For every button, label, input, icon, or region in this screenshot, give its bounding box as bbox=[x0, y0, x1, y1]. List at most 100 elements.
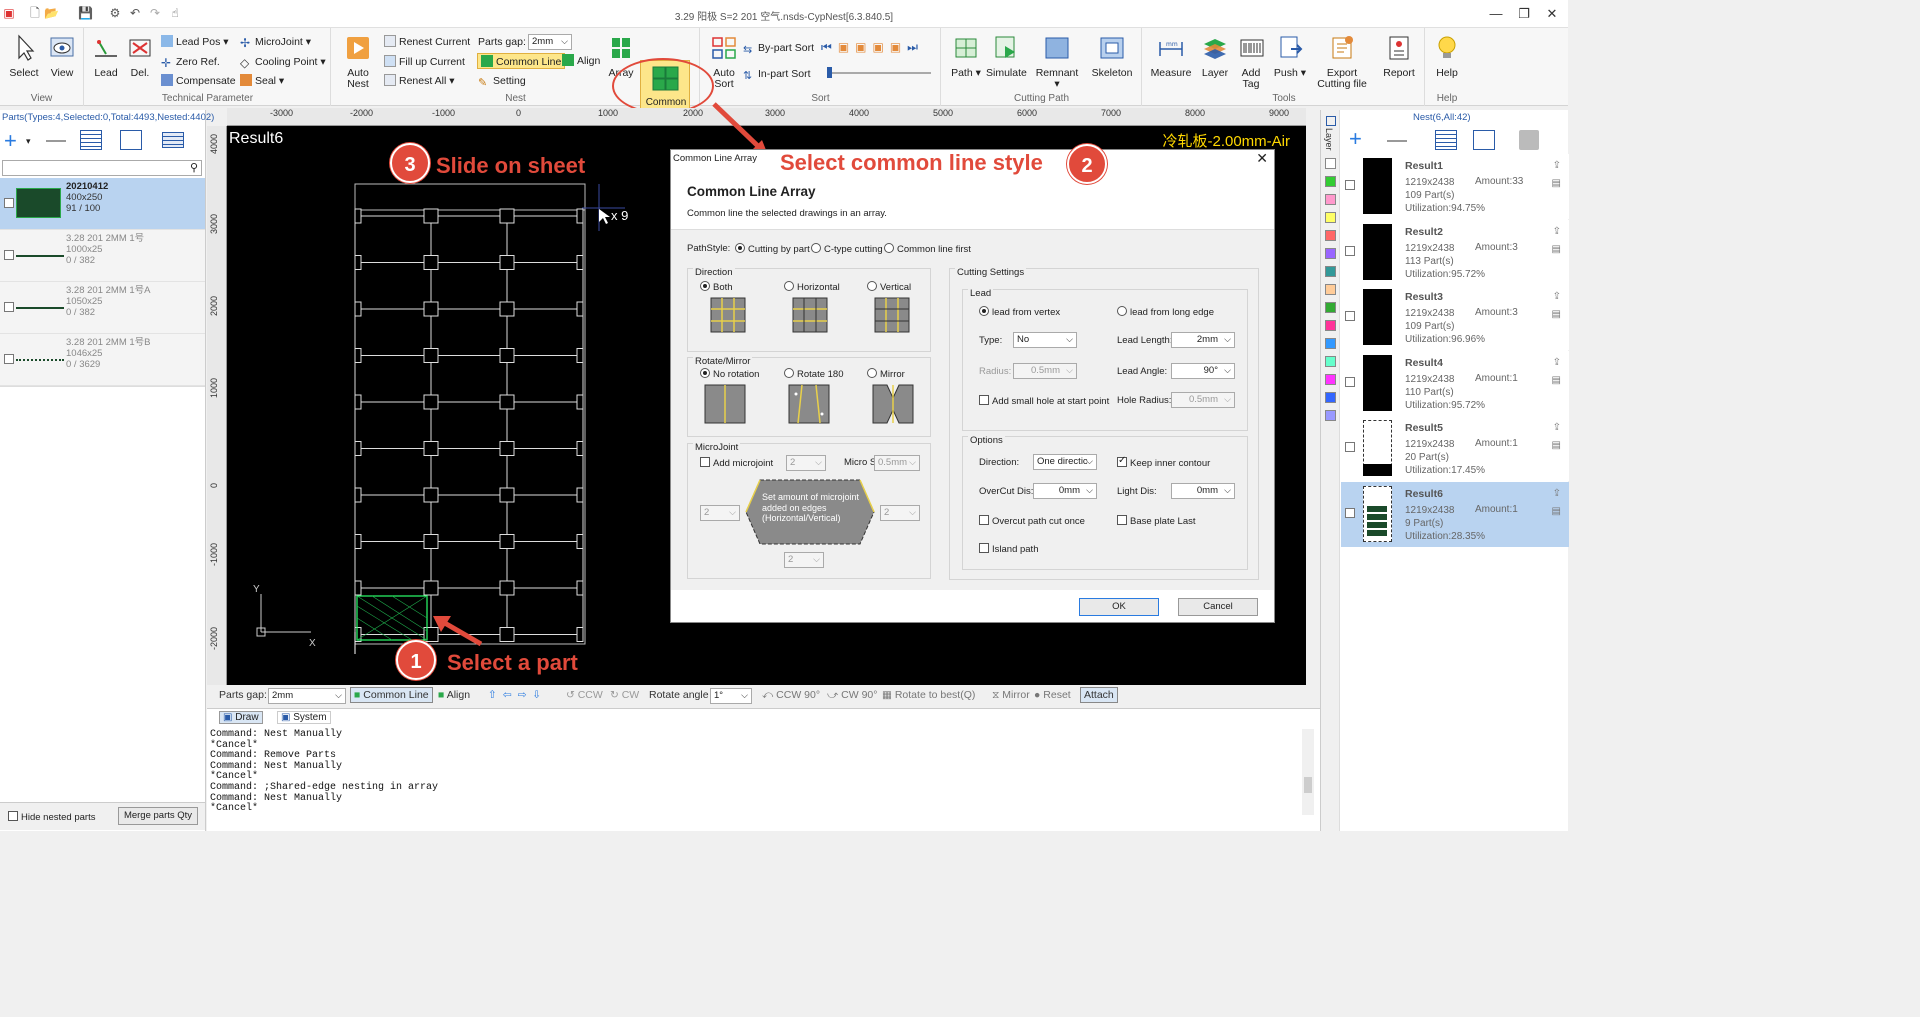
add-nest-icon[interactable]: + bbox=[1349, 128, 1362, 150]
layer-swatch[interactable] bbox=[1325, 392, 1336, 403]
add-tag-button[interactable]: Add Tag bbox=[1237, 34, 1265, 90]
rotate-best-button[interactable]: ▦ Rotate to best(Q) bbox=[882, 689, 975, 701]
checkbox-off[interactable] bbox=[979, 395, 989, 405]
result-checkbox[interactable] bbox=[1345, 180, 1355, 190]
radio-off[interactable] bbox=[867, 281, 877, 291]
rotate-angle-select[interactable]: 1° bbox=[710, 688, 752, 704]
lead-from-vertex[interactable]: lead from vertex bbox=[979, 306, 1060, 318]
bottom-parts-gap-select[interactable]: 2mm bbox=[268, 688, 346, 704]
measure-button[interactable]: mm Measure bbox=[1149, 34, 1193, 79]
hide-nested-toggle[interactable]: Hide nested parts bbox=[8, 811, 95, 823]
merge-parts-qty-button[interactable]: Merge parts Qty bbox=[118, 807, 198, 825]
align-toggle[interactable]: Align bbox=[562, 53, 600, 69]
result-export-icon[interactable]: ⇪ bbox=[1553, 488, 1561, 499]
cancel-button[interactable]: Cancel bbox=[1178, 598, 1258, 616]
checkbox-off[interactable] bbox=[1117, 515, 1127, 525]
part-row[interactable]: 3.28 201 2MM 1号B 1046x25 0 / 3629 bbox=[0, 334, 205, 386]
close-button[interactable]: ✕ bbox=[1542, 6, 1562, 22]
path-style-cutting-by-part[interactable]: Cutting by part bbox=[735, 243, 810, 255]
skeleton-button[interactable]: Skeleton bbox=[1086, 34, 1138, 79]
direction-vertical[interactable]: Vertical bbox=[867, 281, 911, 293]
add-part-dropdown-icon[interactable]: ▾ bbox=[26, 136, 31, 147]
common-line-toggle[interactable]: Common Line bbox=[477, 53, 566, 69]
result-edit-icon[interactable]: ▤ bbox=[1552, 506, 1561, 517]
move-arrows[interactable]: ⇧⇦⇨⇩ bbox=[488, 689, 547, 701]
base-plate-last-checkbox[interactable]: Base plate Last bbox=[1117, 515, 1196, 527]
report-button[interactable]: Report bbox=[1377, 34, 1421, 79]
parts-gap-select[interactable]: 2mm bbox=[528, 34, 572, 50]
microjoint-count-select[interactable]: 2 bbox=[786, 455, 826, 471]
layer-swatch[interactable] bbox=[1325, 410, 1336, 421]
result-export-icon[interactable]: ⇪ bbox=[1553, 357, 1561, 368]
radius-select[interactable]: 0.5mm bbox=[1013, 363, 1077, 379]
microjoint-button[interactable]: ✢ MicroJoint ▾ bbox=[240, 34, 311, 50]
micro-s-select[interactable]: 0.5mm bbox=[874, 455, 920, 471]
bottom-common-line-toggle[interactable]: ■ Common Line bbox=[350, 687, 433, 703]
radio-off[interactable] bbox=[784, 281, 794, 291]
direction-both[interactable]: Both bbox=[700, 281, 733, 293]
result-checkbox[interactable] bbox=[1345, 376, 1355, 387]
keep-inner-contour-checkbox[interactable]: Keep inner contour bbox=[1117, 455, 1210, 469]
remnant-button[interactable]: Remnant ▾ bbox=[1032, 34, 1082, 90]
tab-draw[interactable]: ▣ Draw bbox=[219, 711, 263, 724]
bottom-align-toggle[interactable]: ■ Align bbox=[438, 689, 470, 701]
checkbox-off[interactable] bbox=[700, 457, 710, 467]
nest-result-row[interactable]: Result4 1219x2438 110 Part(s) Utilization:9… bbox=[1341, 350, 1569, 416]
result-export-icon[interactable]: ⇪ bbox=[1553, 291, 1561, 302]
result-export-icon[interactable]: ⇪ bbox=[1553, 226, 1561, 237]
remove-nest-icon[interactable] bbox=[1387, 140, 1407, 142]
radio-off[interactable] bbox=[884, 243, 894, 253]
seal-button[interactable]: Seal ▾ bbox=[240, 73, 284, 89]
result-checkbox[interactable] bbox=[1345, 245, 1355, 256]
result-edit-icon[interactable]: ▤ bbox=[1552, 309, 1561, 320]
radio-off[interactable] bbox=[867, 368, 877, 378]
attach-toggle[interactable]: Attach bbox=[1080, 687, 1118, 703]
zero-ref-button[interactable]: ✛ Zero Ref. bbox=[161, 54, 220, 70]
direction-horizontal[interactable]: Horizontal bbox=[784, 281, 840, 293]
add-microjoint-checkbox[interactable]: Add microjoint bbox=[700, 457, 773, 469]
lead-button[interactable]: Lead bbox=[91, 34, 121, 79]
cooling-point-button[interactable]: ◇ Cooling Point ▾ bbox=[240, 54, 326, 70]
result-export-icon[interactable]: ⇪ bbox=[1553, 422, 1561, 433]
lead-from-long-edge[interactable]: lead from long edge bbox=[1117, 306, 1214, 318]
path-style-common-line-first[interactable]: Common line first bbox=[884, 243, 971, 255]
radio-off[interactable] bbox=[1117, 306, 1127, 316]
checkbox-off[interactable] bbox=[979, 515, 989, 525]
command-scrollbar[interactable] bbox=[1302, 729, 1314, 815]
part-checkbox[interactable] bbox=[4, 198, 14, 208]
result-checkbox[interactable] bbox=[1345, 442, 1355, 452]
ccw-button[interactable]: ↺ CCW bbox=[566, 689, 603, 701]
part-row[interactable]: 20210412 400x250 91 / 100 bbox=[0, 178, 205, 230]
microjoint-bottom-select[interactable]: 2 bbox=[784, 552, 824, 568]
microjoint-left-select[interactable]: 2 bbox=[700, 505, 740, 521]
cw-90-button[interactable]: ⤻ CW 90° bbox=[827, 689, 877, 702]
ok-button[interactable]: OK bbox=[1079, 598, 1159, 616]
setting-button[interactable]: ✎ Setting bbox=[478, 73, 526, 89]
lead-length-select[interactable]: 2mm bbox=[1171, 332, 1235, 348]
ccw-90-button[interactable]: ⤺ CCW 90° bbox=[762, 689, 820, 702]
path-style-c-type[interactable]: C-type cutting bbox=[811, 243, 883, 255]
select-button[interactable]: Select bbox=[6, 34, 42, 79]
nest-result-row[interactable]: Result1 1219x2438 109 Part(s) Utilization:9… bbox=[1341, 154, 1569, 219]
result-checkbox[interactable] bbox=[1345, 311, 1355, 321]
radio-on[interactable] bbox=[700, 368, 710, 378]
fill-up-current-button[interactable]: Fill up Current bbox=[384, 54, 465, 70]
auto-nest-button[interactable]: Auto Nest bbox=[338, 34, 378, 90]
mirror-button[interactable]: ⧖ Mirror bbox=[992, 689, 1030, 702]
sort-nav-icons[interactable]: ⏮▣▣▣▣⏭ bbox=[821, 40, 924, 55]
hole-radius-select[interactable]: 0.5mm bbox=[1171, 392, 1235, 408]
checkbox-off[interactable] bbox=[979, 543, 989, 553]
parts-search-input[interactable]: ⚲ bbox=[2, 160, 202, 176]
layer-swatch[interactable] bbox=[1325, 212, 1336, 223]
add-part-icon[interactable]: + bbox=[4, 130, 17, 152]
light-dis-select[interactable]: 0mm bbox=[1171, 483, 1235, 499]
delete-lead-button[interactable]: Del. bbox=[125, 34, 155, 79]
overcut-once-checkbox[interactable]: Overcut path cut once bbox=[979, 515, 1085, 527]
nest-sort-icon[interactable] bbox=[1473, 130, 1495, 150]
renest-current-button[interactable]: Renest Current bbox=[384, 34, 470, 50]
restore-button[interactable]: ❐ bbox=[1514, 6, 1534, 22]
path-button[interactable]: Path ▾ bbox=[946, 34, 986, 79]
nest-list-view-icon[interactable] bbox=[1435, 130, 1457, 150]
result-checkbox[interactable] bbox=[1345, 507, 1355, 518]
view-button[interactable]: View bbox=[44, 34, 80, 79]
